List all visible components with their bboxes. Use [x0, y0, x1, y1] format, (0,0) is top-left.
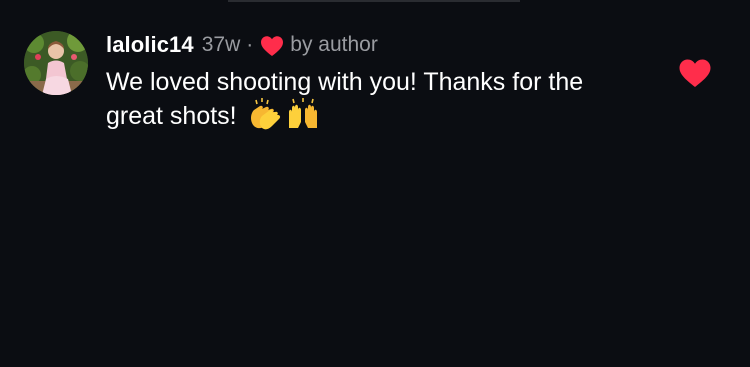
comment-text: We loved shooting with you! Thanks for t…: [106, 68, 584, 130]
like-button[interactable]: [678, 58, 712, 88]
separator-dot: ·: [246, 33, 254, 56]
username[interactable]: lalolic14: [106, 32, 194, 58]
liked-by-author-label: by author: [290, 33, 378, 56]
avatar-image: [24, 31, 88, 95]
clapping-hands-icon: [248, 98, 282, 138]
comment-body: We loved shooting with you! Thanks for t…: [106, 66, 646, 138]
raising-hands-icon: [286, 98, 320, 138]
timestamp: 37w: [201, 33, 241, 56]
comment-meta: lalolic14 37w · by author: [106, 31, 378, 59]
author-heart-icon: [260, 35, 284, 57]
heart-icon: [679, 59, 711, 87]
avatar[interactable]: [24, 31, 88, 95]
comment: lalolic14 37w · by author We loved shoot…: [0, 0, 750, 367]
